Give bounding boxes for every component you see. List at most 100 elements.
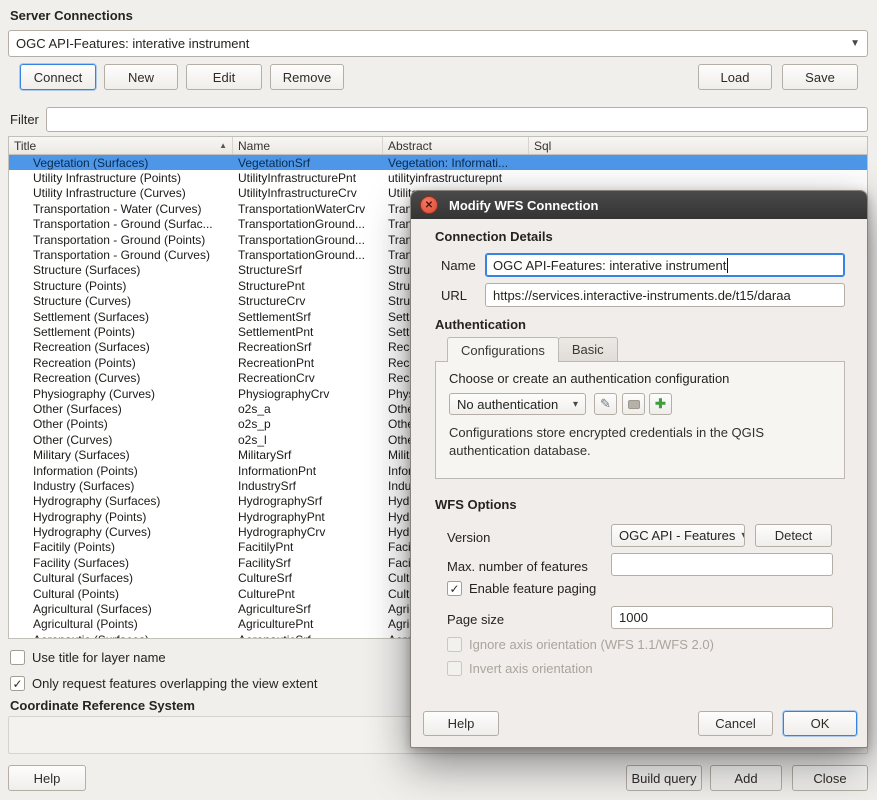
table-cell-name[interactable]: IndustrySrf [233, 479, 383, 493]
tab-basic[interactable]: Basic [558, 337, 618, 361]
column-header-abstract[interactable]: Abstract [383, 137, 529, 154]
table-cell-name[interactable]: TransportationGround... [233, 217, 383, 231]
table-cell-title[interactable]: Military (Surfaces) [9, 448, 233, 462]
table-cell-title[interactable]: Facility (Surfaces) [9, 556, 233, 570]
table-cell-name[interactable]: MilitarySrf [233, 448, 383, 462]
table-cell-abstract[interactable]: Vegetation: Informati... [383, 156, 529, 170]
use-title-checkbox[interactable]: Use title for layer name [10, 650, 166, 665]
table-cell-title[interactable]: Recreation (Surfaces) [9, 340, 233, 354]
filter-input[interactable] [46, 107, 868, 132]
table-cell-name[interactable]: UtilityInfrastructurePnt [233, 171, 383, 185]
table-cell-name[interactable]: FacitilyPnt [233, 540, 383, 554]
table-cell-title[interactable]: Facitily (Points) [9, 540, 233, 554]
table-cell-title[interactable]: Other (Points) [9, 417, 233, 431]
overlap-extent-checkbox[interactable]: ✓ Only request features overlapping the … [10, 676, 317, 691]
table-cell-name[interactable]: StructurePnt [233, 279, 383, 293]
table-cell-title[interactable]: Recreation (Points) [9, 356, 233, 370]
table-cell-title[interactable]: Structure (Curves) [9, 294, 233, 308]
table-cell-title[interactable]: Agricultural (Surfaces) [9, 602, 233, 616]
table-cell-name[interactable]: o2s_a [233, 402, 383, 416]
enable-paging-checkbox-box[interactable]: ✓ [447, 581, 462, 596]
table-cell-title[interactable]: Transportation - Ground (Curves) [9, 248, 233, 262]
table-cell-name[interactable]: AeronauticSrf [233, 633, 383, 638]
table-cell-title[interactable]: Structure (Points) [9, 279, 233, 293]
edit-button[interactable]: Edit [186, 64, 262, 90]
table-cell-name[interactable]: o2s_l [233, 433, 383, 447]
table-cell-title[interactable]: Aeronautic (Surfaces) [9, 633, 233, 638]
enable-paging-checkbox[interactable]: ✓ Enable feature paging [447, 581, 596, 596]
table-cell-name[interactable]: SettlementSrf [233, 310, 383, 324]
table-cell-title[interactable]: Other (Surfaces) [9, 402, 233, 416]
cancel-button[interactable]: Cancel [698, 711, 773, 736]
max-features-input[interactable] [611, 553, 833, 576]
connection-select[interactable]: OGC API-Features: interative instrument … [8, 30, 868, 57]
remove-button[interactable]: Remove [270, 64, 344, 90]
table-cell-title[interactable]: Vegetation (Surfaces) [9, 156, 233, 170]
help-button[interactable]: Help [8, 765, 86, 791]
table-cell-name[interactable]: CulturePnt [233, 587, 383, 601]
table-cell-name[interactable]: VegetationSrf [233, 156, 383, 170]
tab-configurations[interactable]: Configurations [447, 337, 559, 362]
table-cell-name[interactable]: FacilitySrf [233, 556, 383, 570]
table-cell-title[interactable]: Cultural (Surfaces) [9, 571, 233, 585]
table-cell-title[interactable]: Recreation (Curves) [9, 371, 233, 385]
table-cell-title[interactable]: Settlement (Points) [9, 325, 233, 339]
table-cell-title[interactable]: Transportation - Ground (Surfac... [9, 217, 233, 231]
version-select[interactable]: OGC API - Features ▾ [611, 524, 745, 547]
table-cell-title[interactable]: Settlement (Surfaces) [9, 310, 233, 324]
url-field[interactable]: https://services.interactive-instruments… [485, 283, 845, 307]
column-header-name[interactable]: Name [233, 137, 383, 154]
table-cell-name[interactable]: CultureSrf [233, 571, 383, 585]
column-header-title[interactable]: Title ▲ [9, 137, 233, 154]
overlap-extent-checkbox-box[interactable]: ✓ [10, 676, 25, 691]
table-row[interactable]: Vegetation (Surfaces)VegetationSrfVegeta… [9, 155, 867, 170]
table-cell-name[interactable]: SettlementPnt [233, 325, 383, 339]
table-cell-title[interactable]: Cultural (Points) [9, 587, 233, 601]
table-cell-name[interactable]: HydrographyCrv [233, 525, 383, 539]
table-cell-name[interactable]: TransportationGround... [233, 233, 383, 247]
connect-button[interactable]: Connect [20, 64, 96, 90]
table-cell-title[interactable]: Information (Points) [9, 464, 233, 478]
table-cell-name[interactable]: RecreationCrv [233, 371, 383, 385]
table-cell-abstract[interactable]: utilityinfrastructurepnt [383, 171, 529, 185]
table-cell-name[interactable]: UtilityInfrastructureCrv [233, 186, 383, 200]
table-cell-title[interactable]: Hydrography (Curves) [9, 525, 233, 539]
table-cell-name[interactable]: RecreationPnt [233, 356, 383, 370]
table-cell-name[interactable]: InformationPnt [233, 464, 383, 478]
table-cell-title[interactable]: Utility Infrastructure (Points) [9, 171, 233, 185]
table-cell-title[interactable]: Utility Infrastructure (Curves) [9, 186, 233, 200]
page-size-input[interactable]: 1000 [611, 606, 833, 629]
table-cell-name[interactable]: StructureCrv [233, 294, 383, 308]
remove-auth-config-button[interactable] [622, 393, 645, 415]
table-cell-name[interactable]: AgricultureSrf [233, 602, 383, 616]
table-cell-title[interactable]: Transportation - Water (Curves) [9, 202, 233, 216]
auth-config-select[interactable]: No authentication ▾ [449, 393, 586, 415]
dialog-titlebar[interactable]: ✕ Modify WFS Connection [411, 191, 867, 219]
table-cell-title[interactable]: Industry (Surfaces) [9, 479, 233, 493]
table-cell-name[interactable]: StructureSrf [233, 263, 383, 277]
table-cell-name[interactable]: HydrographySrf [233, 494, 383, 508]
table-cell-name[interactable]: o2s_p [233, 417, 383, 431]
build-query-button[interactable]: Build query [626, 765, 702, 791]
add-auth-config-button[interactable]: ✚ [649, 393, 672, 415]
use-title-checkbox-box[interactable] [10, 650, 25, 665]
dialog-help-button[interactable]: Help [423, 711, 499, 736]
ok-button[interactable]: OK [783, 711, 857, 736]
table-cell-name[interactable]: HydrographyPnt [233, 510, 383, 524]
new-button[interactable]: New [104, 64, 178, 90]
close-button[interactable]: Close [792, 765, 868, 791]
close-window-button[interactable]: ✕ [420, 196, 438, 214]
table-cell-title[interactable]: Agricultural (Points) [9, 617, 233, 631]
table-row[interactable]: Utility Infrastructure (Points)UtilityIn… [9, 170, 867, 185]
load-button[interactable]: Load [698, 64, 772, 90]
table-cell-title[interactable]: Other (Curves) [9, 433, 233, 447]
table-cell-name[interactable]: RecreationSrf [233, 340, 383, 354]
table-cell-title[interactable]: Structure (Surfaces) [9, 263, 233, 277]
edit-auth-config-button[interactable]: ✎ [594, 393, 617, 415]
table-cell-title[interactable]: Physiography (Curves) [9, 387, 233, 401]
table-cell-title[interactable]: Hydrography (Points) [9, 510, 233, 524]
table-cell-name[interactable]: TransportationWaterCrv [233, 202, 383, 216]
table-cell-name[interactable]: TransportationGround... [233, 248, 383, 262]
table-cell-title[interactable]: Hydrography (Surfaces) [9, 494, 233, 508]
name-field[interactable]: OGC API-Features: interative instrument [485, 253, 845, 277]
